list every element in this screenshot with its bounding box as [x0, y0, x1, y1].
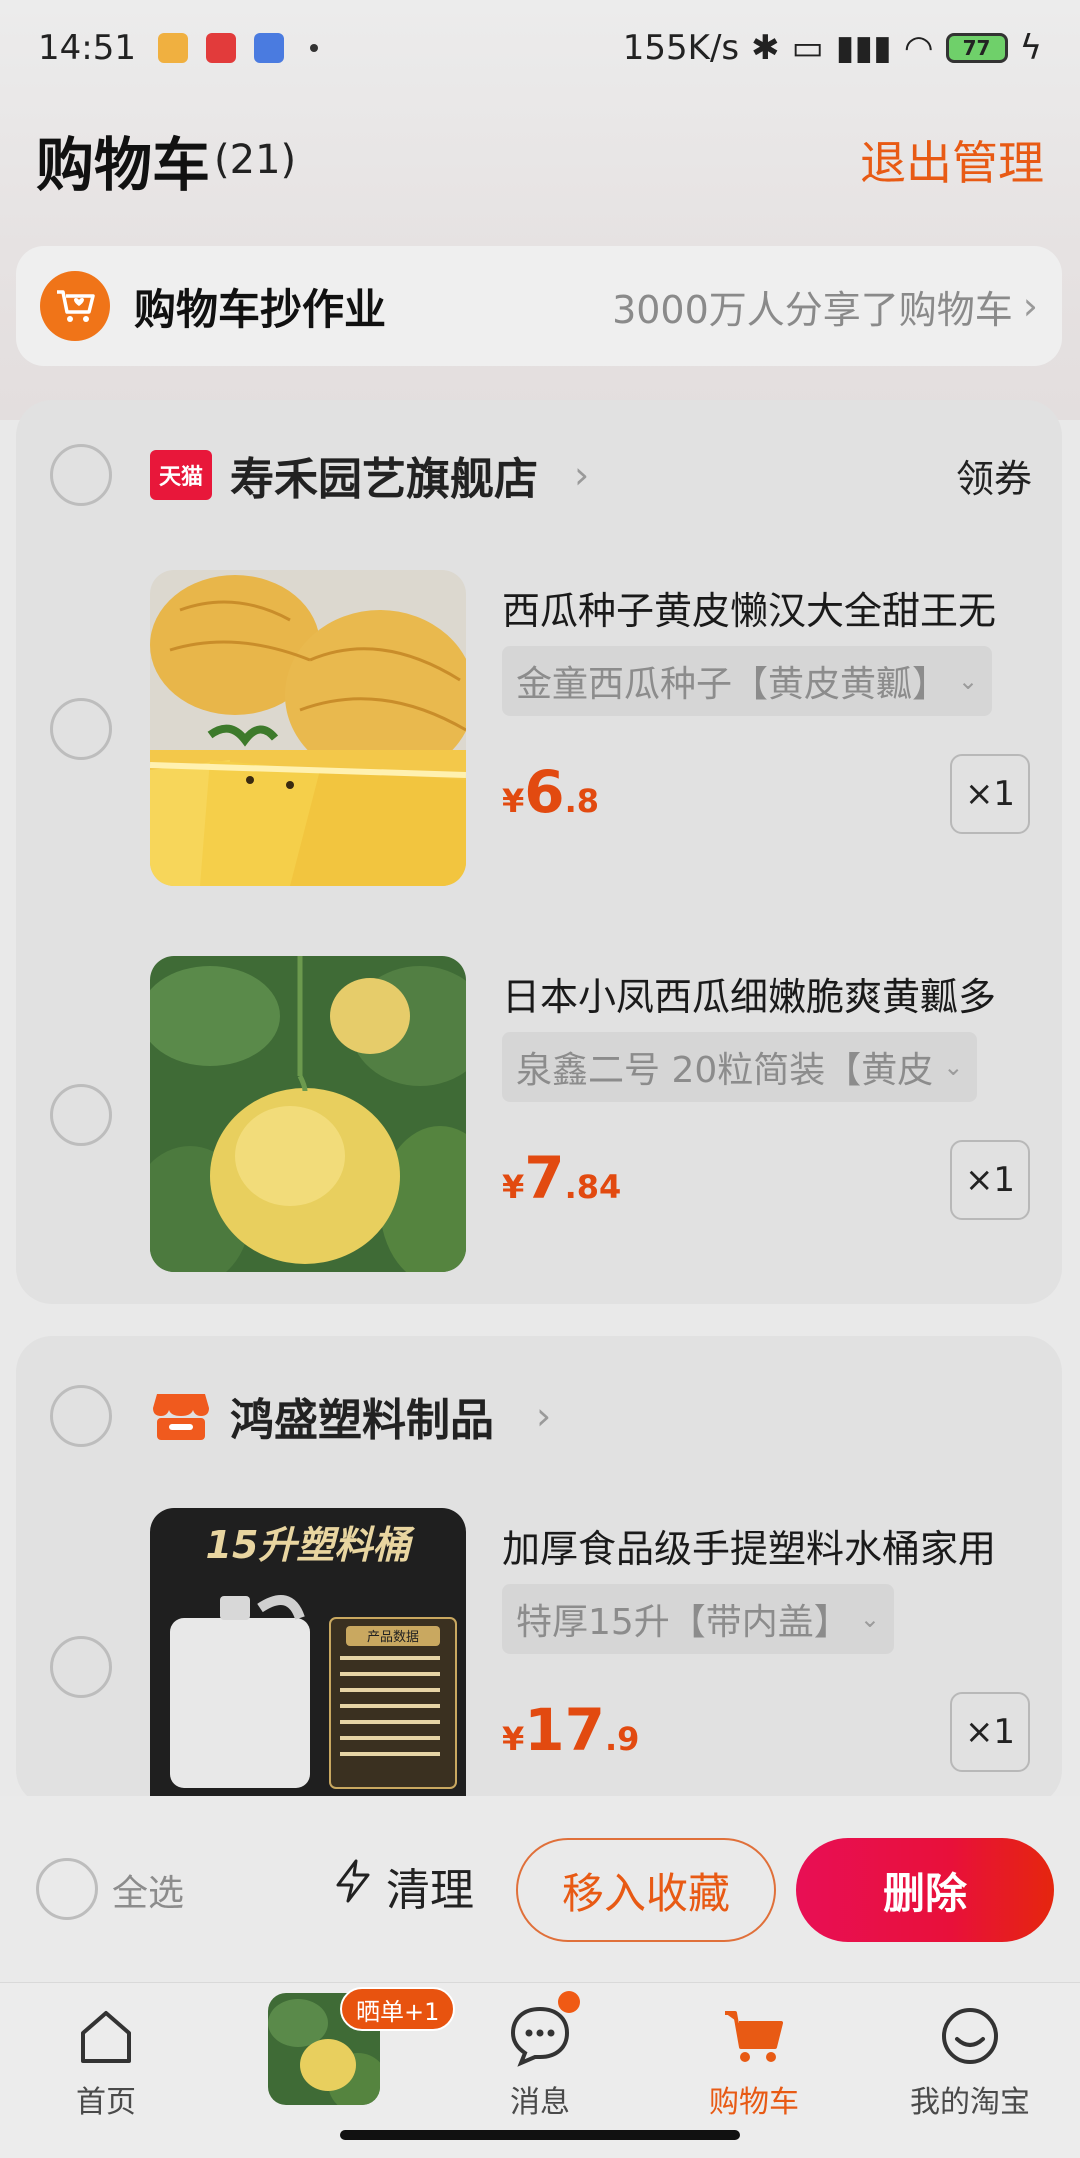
product-price: ¥ 7 .84: [502, 1144, 621, 1212]
product-image-plastic-bucket[interactable]: 产品数据 15升塑料桶: [150, 1508, 466, 1798]
status-time: 14:51: [38, 28, 136, 68]
vibrate-icon: ▭: [791, 28, 824, 68]
store-name[interactable]: 寿禾园艺旗舰店: [230, 443, 538, 507]
tab-cart-label: 购物车: [709, 2085, 799, 2120]
shop-icon: [150, 1391, 212, 1441]
lightning-icon: [334, 1859, 372, 1914]
item-select-radio[interactable]: [50, 1636, 112, 1698]
sku-selector[interactable]: 特厚15升【带内盖】 ⌄: [502, 1584, 894, 1654]
svg-text:产品数据: 产品数据: [367, 1630, 419, 1645]
price-decimal: .9: [604, 1720, 640, 1758]
tab-my-taobao-label: 我的淘宝: [910, 2085, 1030, 2120]
price-symbol: ¥: [502, 1720, 525, 1758]
home-indicator[interactable]: [340, 2130, 740, 2140]
store-select-radio[interactable]: [50, 1385, 112, 1447]
product-price: ¥ 6 .8: [502, 758, 599, 826]
share-badge: 晒单+1: [340, 1987, 456, 2031]
page-title: 购物车: [36, 131, 211, 199]
tab-my-taobao[interactable]: 我的淘宝: [880, 2001, 1060, 2121]
price-decimal: .84: [564, 1168, 622, 1206]
price-integer: 6: [524, 758, 565, 826]
chevron-right-icon: ›: [1022, 284, 1038, 328]
select-all-radio[interactable]: [36, 1858, 98, 1920]
product-name[interactable]: 日本小凤西瓜细嫩脆爽黄瓤多: [502, 966, 1042, 1021]
chevron-down-icon: ⌄: [859, 1605, 880, 1633]
price-integer: 17: [524, 1696, 605, 1764]
homework-title: 购物车抄作业: [134, 284, 387, 334]
charging-icon: ϟ: [1019, 28, 1042, 68]
sku-text: 金童西瓜种子【黄皮黄瓤】: [516, 664, 949, 705]
store-select-radio[interactable]: [50, 444, 112, 506]
notification-mail-icon: [253, 33, 284, 63]
tab-messages[interactable]: 消息: [450, 2001, 630, 2121]
quantity-button[interactable]: ×1: [950, 1692, 1030, 1772]
select-all-label[interactable]: 全选: [112, 1864, 184, 1916]
sku-text: 泉鑫二号 20粒简装【黄皮: [516, 1050, 934, 1091]
store-name[interactable]: 鸿盛塑料制品: [230, 1384, 494, 1448]
unread-dot: [558, 1991, 580, 2013]
price-symbol: ¥: [502, 1168, 525, 1206]
tmall-badge-text: 天猫: [158, 465, 203, 490]
chevron-down-icon: ⌄: [943, 1053, 964, 1081]
bluetooth-icon: ✱: [751, 28, 780, 68]
delete-button[interactable]: 删除: [796, 1838, 1054, 1942]
battery-icon: 77: [945, 33, 1008, 63]
chevron-right-icon: ›: [536, 1394, 552, 1438]
sku-selector[interactable]: 泉鑫二号 20粒简装【黄皮 ⌄: [502, 1032, 978, 1102]
status-bar: 14:51 155K/s ✱ ▭ ▮▮▮ ◠ 77 ϟ: [0, 0, 1080, 96]
sku-selector[interactable]: 金童西瓜种子【黄皮黄瓤】 ⌄: [502, 646, 993, 716]
product-name[interactable]: 西瓜种子黄皮懒汉大全甜王无: [502, 580, 1042, 635]
cart-icon: [725, 2011, 783, 2062]
smile-face-icon: [942, 2008, 998, 2064]
homework-subtitle: 3000万人分享了购物车: [612, 287, 1013, 332]
coupon-button[interactable]: 领券: [956, 448, 1032, 503]
clean-label: 清理: [386, 1865, 474, 1916]
cart-action-bar: 全选 清理 移入收藏 删除: [0, 1796, 1080, 1982]
cart-homework-banner[interactable]: 购物车抄作业 3000万人分享了购物车 ›: [16, 246, 1062, 366]
notification-more-dot: [309, 44, 318, 52]
cart-item: 产品数据 15升塑料桶 加厚食品级手提塑料水桶家用 特厚15升【带内盖】 ⌄ ¥…: [16, 1508, 1062, 1828]
tab-messages-label: 消息: [510, 2085, 570, 2120]
chevron-down-icon: ⌄: [958, 667, 979, 695]
product-name[interactable]: 加厚食品级手提塑料水桶家用: [502, 1518, 1042, 1573]
price-integer: 7: [524, 1144, 565, 1212]
store-card: 鸿盛塑料制品 › 产品数据 15升塑料桶 加厚食品级手提塑料水桶家用 特厚15升…: [16, 1336, 1062, 1806]
home-icon: [81, 2011, 131, 2063]
cart-item: 日本小凤西瓜细嫩脆爽黄瓤多 泉鑫二号 20粒简装【黄皮 ⌄ ¥ 7 .84 ×1: [16, 956, 1062, 1276]
product-price: ¥ 17 .9: [502, 1696, 639, 1764]
tab-home[interactable]: 首页: [16, 2001, 196, 2121]
svg-text:15升塑料桶: 15升塑料桶: [206, 1523, 416, 1567]
price-symbol: ¥: [502, 782, 525, 820]
notification-folder-icon: [157, 33, 188, 63]
cart-heart-icon: [40, 271, 110, 341]
tab-cart[interactable]: 购物车: [664, 2001, 844, 2121]
chevron-right-icon: ›: [574, 453, 590, 497]
move-to-favorites-button[interactable]: 移入收藏: [516, 1838, 776, 1942]
quantity-button[interactable]: ×1: [950, 1140, 1030, 1220]
tab-home-label: 首页: [76, 2085, 136, 2120]
cart-count: (21): [214, 137, 297, 183]
network-speed: 155K/s: [622, 28, 740, 68]
tmall-logo-icon: 天猫: [150, 450, 212, 500]
wifi-icon: ◠: [903, 28, 934, 68]
store-header: 鸿盛塑料制品 ›: [16, 1336, 1062, 1496]
cart-item: 西瓜种子黄皮懒汉大全甜王无 金童西瓜种子【黄皮黄瓤】 ⌄ ¥ 6 .8 ×1: [16, 570, 1062, 890]
product-image-yellow-watermelon[interactable]: [150, 570, 466, 886]
item-select-radio[interactable]: [50, 698, 112, 760]
exit-manage-button[interactable]: 退出管理: [860, 127, 1044, 193]
cart-header: 购物车 (21) 退出管理: [36, 120, 1044, 200]
store-card: 天猫 寿禾园艺旗舰店 › 领券 西瓜种子黄皮懒汉大全甜王无 金童西瓜种子【黄皮黄…: [16, 400, 1062, 1304]
price-decimal: .8: [564, 782, 600, 820]
signal-icon: ▮▮▮: [835, 28, 892, 68]
sku-text: 特厚15升【带内盖】: [516, 1602, 850, 1643]
item-select-radio[interactable]: [50, 1084, 112, 1146]
clean-button[interactable]: 清理: [334, 1854, 474, 1918]
quantity-button[interactable]: ×1: [950, 754, 1030, 834]
product-image-hanging-melon[interactable]: [150, 956, 466, 1272]
notification-app-icon: [205, 33, 236, 63]
store-header: 天猫 寿禾园艺旗舰店 › 领券: [16, 400, 1062, 550]
